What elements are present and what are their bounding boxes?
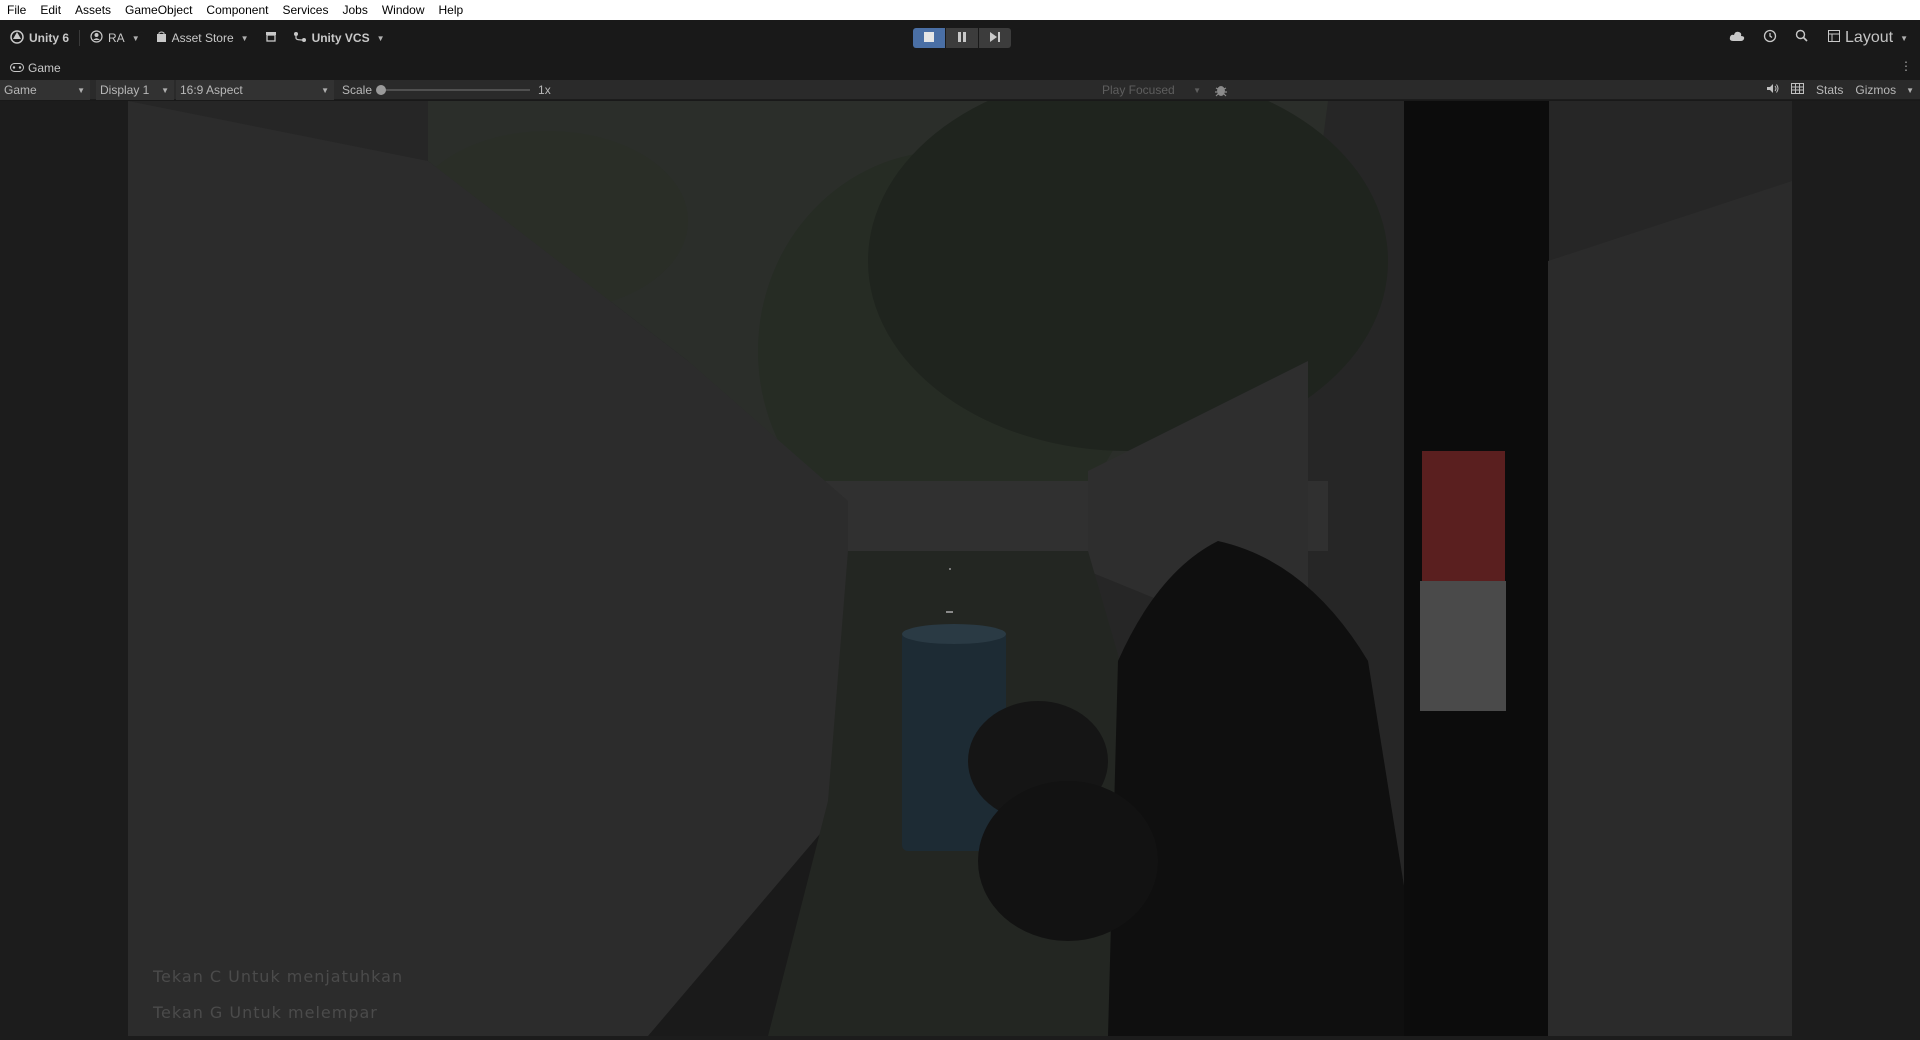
- gamepad-icon: [10, 61, 24, 75]
- layout-dropdown[interactable]: Layout ▼: [1826, 26, 1910, 50]
- scale-control: Scale 1x: [342, 80, 551, 100]
- game-mode-label: Game: [4, 83, 37, 97]
- search-icon[interactable]: [1795, 29, 1808, 47]
- scale-value: 1x: [538, 83, 551, 97]
- step-icon: [989, 29, 1001, 47]
- display-dropdown[interactable]: Display 1 ▼: [96, 80, 174, 100]
- unity-button[interactable]: Unity 6: [2, 26, 77, 50]
- stop-button[interactable]: [913, 28, 945, 48]
- grid-icon[interactable]: [1791, 83, 1805, 97]
- chevron-down-icon: ▼: [1906, 85, 1914, 95]
- aspect-label: 16:9 Aspect: [180, 83, 243, 97]
- hint-throw-text: Tekan G Untuk melempar: [153, 1003, 378, 1022]
- tab-game-label: Game: [28, 61, 61, 75]
- gizmos-label: Gizmos: [1855, 83, 1897, 97]
- stop-icon: [924, 29, 934, 47]
- shopping-bag-icon: [156, 31, 167, 46]
- pause-icon: [957, 29, 967, 47]
- menu-jobs[interactable]: Jobs: [335, 0, 374, 20]
- tab-game[interactable]: Game: [0, 61, 61, 75]
- scale-slider-thumb[interactable]: [376, 85, 387, 95]
- branch-icon: [293, 31, 307, 46]
- scale-label: Scale: [342, 83, 373, 97]
- menu-help[interactable]: Help: [432, 0, 471, 20]
- account-button[interactable]: RA ▼: [82, 26, 148, 50]
- play-focused-dropdown[interactable]: Play Focused ▼: [1098, 80, 1206, 100]
- menu-services[interactable]: Services: [275, 0, 335, 20]
- toolbar-right: Layout ▼: [1729, 20, 1910, 56]
- stats-button[interactable]: Stats: [1816, 83, 1843, 97]
- menu-gameobject[interactable]: GameObject: [118, 0, 199, 20]
- chevron-down-icon: ▼: [321, 85, 329, 95]
- chevron-down-icon: ▼: [1193, 85, 1201, 95]
- pause-button[interactable]: [946, 28, 978, 48]
- hint-drop-text: Tekan C Untuk menjatuhkan: [153, 967, 404, 986]
- chevron-down-icon: ▼: [376, 33, 385, 43]
- chevron-down-icon: ▼: [161, 85, 169, 95]
- play-controls: [913, 28, 1011, 48]
- menu-edit[interactable]: Edit: [33, 0, 68, 20]
- chevron-down-icon: ▼: [77, 85, 85, 95]
- chevron-down-icon: ▼: [240, 33, 249, 43]
- game-render-view[interactable]: Tekan C Untuk menjatuhkan Tekan G Untuk …: [128, 101, 1792, 1036]
- menu-bar: File Edit Assets GameObject Component Se…: [0, 0, 1920, 20]
- game-scene: [128, 101, 1792, 1036]
- menu-component[interactable]: Component: [199, 0, 275, 20]
- package-button[interactable]: [257, 26, 285, 50]
- menu-window[interactable]: Window: [375, 0, 432, 20]
- audio-icon[interactable]: [1766, 83, 1779, 97]
- asset-store-button[interactable]: Asset Store ▼: [148, 26, 257, 50]
- cloud-icon[interactable]: [1729, 29, 1745, 47]
- game-tab-bar: Game ⋮: [0, 56, 1920, 80]
- scale-slider[interactable]: [376, 85, 531, 95]
- account-icon: [90, 30, 103, 46]
- version-control-button[interactable]: Unity VCS ▼: [285, 26, 393, 50]
- chevron-down-icon: ▼: [1900, 33, 1908, 43]
- step-button[interactable]: [979, 28, 1011, 48]
- menu-assets[interactable]: Assets: [68, 0, 118, 20]
- account-label: RA: [108, 31, 125, 45]
- history-icon[interactable]: [1763, 29, 1777, 48]
- play-focused-label: Play Focused: [1102, 83, 1175, 97]
- vcs-label: Unity VCS: [311, 31, 370, 45]
- gizmos-button[interactable]: Gizmos ▼: [1855, 83, 1914, 97]
- asset-store-label: Asset Store: [171, 31, 234, 45]
- game-view-right-controls: Stats Gizmos ▼: [1766, 80, 1914, 100]
- toolbar-separator: [79, 30, 81, 46]
- game-mode-dropdown[interactable]: Game ▼: [0, 80, 90, 100]
- display-label: Display 1: [100, 83, 150, 97]
- chevron-down-icon: ▼: [131, 33, 140, 43]
- layout-icon: [1828, 29, 1841, 47]
- bug-icon[interactable]: [1214, 83, 1228, 100]
- layout-label: Layout: [1845, 29, 1894, 46]
- game-view-controls: Game ▼ Display 1 ▼ 16:9 Aspect ▼ Scale 1…: [0, 80, 1920, 100]
- unity-version-label: Unity 6: [29, 31, 70, 45]
- kebab-menu-icon[interactable]: ⋮: [1900, 60, 1912, 72]
- menu-file[interactable]: File: [0, 0, 33, 20]
- aspect-dropdown[interactable]: 16:9 Aspect ▼: [176, 80, 334, 100]
- package-icon: [265, 31, 277, 45]
- unity-logo-icon: [10, 29, 24, 47]
